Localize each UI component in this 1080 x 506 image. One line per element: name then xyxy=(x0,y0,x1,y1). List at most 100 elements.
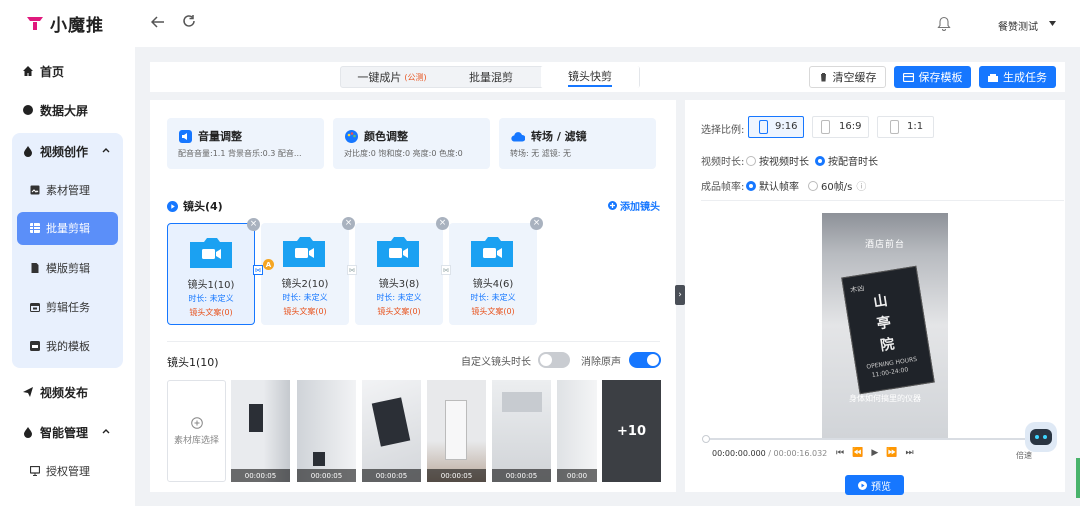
sidebar-item-edit-tasks[interactable]: 剪辑任务 xyxy=(28,291,90,323)
box-icon xyxy=(988,73,998,82)
sidebar-item-authorization[interactable]: 授权管理 xyxy=(28,455,90,487)
progress-track[interactable] xyxy=(706,438,1031,440)
card-title: 转场 / 滤镜 xyxy=(531,130,587,143)
fps-option-60[interactable]: 60帧/s ⓘ xyxy=(808,178,866,193)
tab-batch-mix[interactable]: 批量混剪 xyxy=(442,66,540,88)
clear-cache-button[interactable]: 清空缓存 xyxy=(809,66,886,88)
collapse-handle[interactable]: › xyxy=(675,285,685,305)
skip-start-icon[interactable]: ⏮ xyxy=(836,448,844,458)
transition-icon[interactable]: ⋈ xyxy=(441,265,451,275)
button-label: 预览 xyxy=(871,481,891,493)
shot-copy: 镜头文案(0) xyxy=(377,307,421,316)
sidebar-item-dashboard[interactable]: 数据大屏 xyxy=(0,91,135,129)
clip-thumbnail[interactable]: 00:00 xyxy=(557,380,597,482)
color-card[interactable]: 颜色调整 对比度:0 饱和度:0 亮度:0 色度:0 xyxy=(333,118,490,169)
image-icon xyxy=(30,185,40,195)
video-subtitle: 身体如何搞里的仪器 xyxy=(849,394,921,403)
help-icon[interactable]: ⓘ xyxy=(856,182,866,193)
shot-card-4[interactable]: 镜头4(6) 时长: 未定义 镜头文案(0) × xyxy=(449,217,543,325)
sign-text: 亭 xyxy=(875,314,893,333)
tab-one-click[interactable]: 一键成片 (公测) xyxy=(342,66,442,88)
sidebar-item-smart-management[interactable]: 智能管理 xyxy=(0,413,135,451)
shot-card-3[interactable]: 镜头3(8) 时长: 未定义 镜头文案(0) × xyxy=(355,217,449,325)
back-arrow-icon[interactable] xyxy=(151,15,165,29)
ratio-1-1[interactable]: 1:1 xyxy=(877,116,934,138)
play-icon[interactable]: ▶ xyxy=(871,448,878,458)
sidebar-item-label: 数据大屏 xyxy=(40,103,89,118)
fps-option-default[interactable]: 默认帧率 xyxy=(746,178,799,193)
sidebar-item-materials[interactable]: 素材管理 xyxy=(28,174,90,206)
clip-thumbnail[interactable]: 00:00:05 xyxy=(231,380,290,482)
video-camera-icon xyxy=(377,237,419,267)
user-name[interactable]: 餐赞测试 xyxy=(998,18,1038,33)
ratio-9-16[interactable]: 9:16 xyxy=(748,116,804,138)
tab-shot-quick[interactable]: 镜头快剪 xyxy=(541,66,639,88)
close-icon[interactable]: × xyxy=(436,217,449,230)
radio-icon xyxy=(746,156,756,166)
caret-down-icon[interactable] xyxy=(1049,21,1056,26)
pie-chart-icon xyxy=(22,104,34,116)
sidebar-item-my-templates[interactable]: 我的模板 xyxy=(28,330,90,362)
sidebar-item-video-publish[interactable]: 视频发布 xyxy=(0,373,135,411)
sign-shape xyxy=(249,404,263,432)
clip-thumbnail[interactable]: 00:00:05 xyxy=(362,380,421,482)
card-desc: 对比度:0 饱和度:0 亮度:0 色度:0 xyxy=(344,149,463,158)
transition-icon[interactable]: ⋈ xyxy=(347,265,357,275)
shot-card-1[interactable]: 镜头1(10) 时长: 未定义 镜头文案(0) × xyxy=(167,218,260,325)
mute-toggle[interactable] xyxy=(629,352,661,368)
sign-text: 山 xyxy=(872,292,889,311)
refresh-icon[interactable] xyxy=(182,14,196,28)
sidebar-item-label: 批量剪辑 xyxy=(46,222,90,235)
option-label: 按视频时长 xyxy=(759,157,809,168)
custom-duration-toggle[interactable] xyxy=(538,352,570,368)
ratio-16-9[interactable]: 16:9 xyxy=(812,116,869,138)
sidebar-item-template-edit[interactable]: 模版剪辑 xyxy=(28,252,90,284)
generate-task-button[interactable]: 生成任务 xyxy=(979,66,1056,88)
skip-end-icon[interactable]: ⏭ xyxy=(905,448,913,458)
duration-option-voice[interactable]: 按配音时长 xyxy=(815,153,878,168)
fast-forward-icon[interactable]: ⏩ xyxy=(886,448,897,458)
close-icon[interactable]: × xyxy=(342,217,355,230)
speed-control[interactable]: 倍速 xyxy=(1016,450,1032,461)
volume-card[interactable]: 音量调整 配音音量:1.1 背景音乐:0.3 配音... xyxy=(167,118,324,169)
save-template-button[interactable]: 保存模板 xyxy=(894,66,971,88)
add-shot-button[interactable]: 添加镜头 xyxy=(608,198,660,213)
rewind-icon[interactable]: ⏪ xyxy=(852,448,863,458)
close-icon[interactable]: × xyxy=(247,218,260,231)
ratio-label: 选择比例: xyxy=(701,125,745,136)
trash-icon xyxy=(819,73,827,82)
sidebar-item-video-creation[interactable]: 视频创作 xyxy=(0,132,135,170)
file-icon xyxy=(30,263,40,273)
video-preview[interactable]: 酒店前台 木凶 山 亭 院 OPENING HOURS 11:00-24:00 … xyxy=(822,213,948,438)
library-select-button[interactable]: 素材库选择 xyxy=(167,380,226,482)
option-label: 默认帧率 xyxy=(759,182,799,193)
clip-thumbnail[interactable]: 00:00:05 xyxy=(297,380,356,482)
shot-card-2[interactable]: 镜头2(10) 时长: 未定义 镜头文案(0) × xyxy=(261,217,355,325)
sign-shape xyxy=(313,452,325,466)
ratio-text: 16:9 xyxy=(839,121,862,132)
close-icon[interactable]: × xyxy=(530,217,543,230)
shots-header: 镜头(4) xyxy=(167,198,223,214)
send-icon xyxy=(22,386,34,398)
transition-icon[interactable]: ⋈ xyxy=(253,265,263,275)
duration-option-video[interactable]: 按视频时长 xyxy=(746,153,809,168)
robot-assistant-icon[interactable] xyxy=(1025,422,1057,452)
clip-thumbnail[interactable]: 00:00:05 xyxy=(427,380,486,482)
clip-duration: 00:00:05 xyxy=(362,469,421,482)
sidebar-item-label: 视频创作 xyxy=(40,144,89,159)
more-clips-button[interactable]: +10 xyxy=(602,380,661,482)
ratio-text: 9:16 xyxy=(775,121,798,132)
transition-filter-card[interactable]: 转场 / 滤镜 转场: 无 滤镜: 无 xyxy=(499,118,656,169)
scroll-indicator[interactable] xyxy=(1076,458,1080,498)
sidebar-item-home[interactable]: 首页 xyxy=(0,52,135,90)
building-shape xyxy=(445,400,467,460)
app-logo[interactable]: 小魔推 xyxy=(26,12,104,36)
portrait-icon xyxy=(759,120,768,134)
progress-handle[interactable] xyxy=(702,435,710,443)
sidebar-item-batch-edit[interactable]: 批量剪辑 xyxy=(28,212,90,244)
playback-controls: ⏮ ⏪ ▶ ⏩ ⏭ xyxy=(836,448,914,458)
clip-thumbnail[interactable]: 00:00:05 xyxy=(492,380,551,482)
current-time: 00:00:00.000 xyxy=(712,449,766,458)
preview-button[interactable]: 预览 xyxy=(845,475,904,495)
bell-icon[interactable] xyxy=(937,16,951,31)
